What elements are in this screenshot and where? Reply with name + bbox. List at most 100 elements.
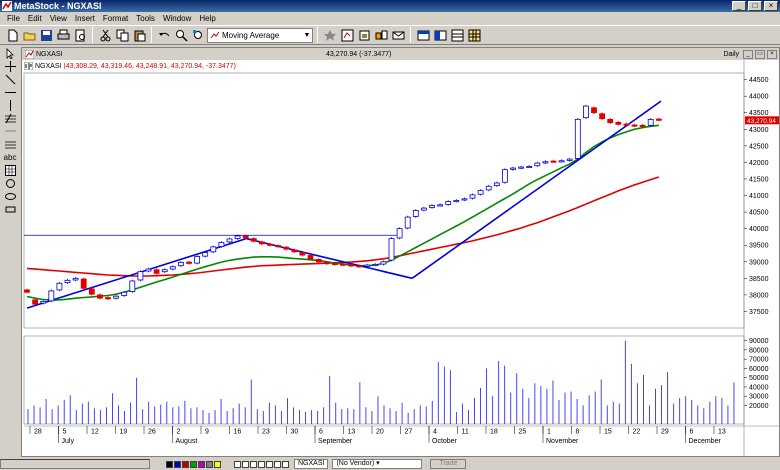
color-swatch[interactable] — [166, 460, 173, 468]
price-volume-chart[interactable]: 44500 44000 43500 43000 42500 42000 41500 41000… — [22, 60, 779, 456]
indicator-value: Moving Average — [222, 30, 280, 40]
horizontal-line-icon[interactable] — [1, 86, 19, 99]
menu-window[interactable]: Window — [159, 14, 195, 23]
grid-icon[interactable] — [466, 27, 482, 43]
menu-format[interactable]: Format — [99, 14, 132, 23]
maximize-button[interactable]: □ — [748, 1, 762, 11]
envelope-icon[interactable] — [390, 27, 406, 43]
color-swatch[interactable] — [206, 460, 213, 468]
line-width-swatch[interactable] — [242, 460, 249, 468]
menu-help[interactable]: Help — [195, 14, 219, 23]
line-width-swatch[interactable] — [258, 460, 265, 468]
status-bar: NGXASI (No Vendor) ▾ Trade — [0, 458, 780, 470]
menu-edit[interactable]: Edit — [24, 14, 46, 23]
candle-body — [348, 264, 354, 267]
candle-body — [404, 216, 411, 229]
system-tester-icon[interactable] — [356, 27, 372, 43]
color-swatch[interactable] — [174, 460, 181, 468]
ellipse2-icon[interactable] — [1, 190, 19, 203]
minimize-button[interactable]: _ — [732, 1, 746, 11]
expert-icon[interactable] — [322, 27, 338, 43]
color-swatch[interactable] — [182, 460, 189, 468]
candle-body — [461, 198, 468, 201]
active-security-field[interactable]: NGXASI — [294, 459, 329, 469]
line-width-swatch[interactable] — [250, 460, 257, 468]
rectangle-icon[interactable] — [1, 203, 19, 216]
candle-body — [97, 294, 103, 299]
line-width-swatch[interactable] — [274, 460, 281, 468]
color-swatch[interactable] — [198, 460, 205, 468]
candle-body — [72, 277, 79, 281]
candle-body — [380, 261, 387, 265]
date-tick-label: 20 — [376, 429, 384, 436]
channel-icon[interactable] — [1, 138, 19, 151]
candle-body — [493, 182, 500, 186]
line-style-icon[interactable] — [432, 27, 448, 43]
color-swatch[interactable] — [214, 460, 221, 468]
date-tick-label: 1 — [547, 429, 551, 436]
line-width-swatch[interactable] — [282, 460, 289, 468]
vertical-line-icon[interactable] — [1, 99, 19, 112]
line-width-swatch[interactable] — [266, 460, 273, 468]
candle-body — [64, 279, 71, 284]
candle-body — [510, 167, 516, 170]
pointer-icon[interactable] — [1, 47, 19, 60]
grid-tool-icon[interactable] — [1, 164, 19, 177]
candle-body — [412, 210, 419, 217]
paste-icon[interactable] — [131, 27, 147, 43]
explorer-icon[interactable] — [339, 27, 355, 43]
zoom-in-icon[interactable] — [173, 27, 189, 43]
date-tick-label: 8 — [576, 429, 580, 436]
ellipse-icon[interactable] — [1, 177, 19, 190]
candle-body — [169, 266, 176, 270]
volume-tick-label: 20000 — [749, 403, 769, 410]
zoom-out-icon[interactable] — [190, 27, 206, 43]
line-width-swatch[interactable] — [234, 460, 241, 468]
vendor-dropdown[interactable]: (No Vendor) ▾ — [332, 459, 423, 469]
candle-body — [24, 289, 30, 293]
print-preview-icon[interactable] — [72, 27, 88, 43]
chart-last-price: 43,270.94 (-37.3477) — [326, 50, 392, 58]
color-palette — [166, 460, 222, 468]
trendline-icon[interactable] — [1, 73, 19, 86]
candle-body — [258, 241, 265, 245]
menu-file[interactable]: File — [3, 14, 24, 23]
indicator-dropdown[interactable]: Moving Average ▼ — [207, 27, 313, 43]
chart-minimize-button[interactable]: _ — [743, 49, 753, 59]
periodicity-label[interactable]: Daily — [723, 51, 739, 58]
bar-style-icon[interactable] — [415, 27, 431, 43]
date-tick-label: 12 — [91, 429, 99, 436]
trade-button[interactable]: Trade — [430, 459, 467, 469]
chevron-down-icon[interactable]: ▼ — [302, 32, 312, 39]
candle-body — [161, 269, 168, 273]
fibonacci-icon[interactable] — [1, 112, 19, 125]
chart-window[interactable]: NGXASI 43,270.94 (-37.3477) Daily _ ▭ × … — [21, 47, 780, 457]
candle-body — [477, 190, 484, 195]
layout-icon[interactable] — [449, 27, 465, 43]
candle-body — [574, 118, 581, 159]
menu-view[interactable]: View — [46, 14, 71, 23]
cut-icon[interactable] — [97, 27, 113, 43]
date-tick-label: 19 — [120, 429, 128, 436]
menu-tools[interactable]: Tools — [132, 14, 159, 23]
month-label: August — [176, 438, 198, 445]
open-icon[interactable] — [21, 27, 37, 43]
save-icon[interactable] — [38, 27, 54, 43]
menu-insert[interactable]: Insert — [71, 14, 99, 23]
chart-restore-button[interactable]: ▭ — [755, 49, 765, 59]
close-button[interactable]: × — [764, 1, 778, 11]
crosshair-icon[interactable] — [1, 60, 19, 73]
candle-body — [121, 291, 128, 296]
color-swatch[interactable] — [190, 460, 197, 468]
print-icon[interactable] — [55, 27, 71, 43]
chart-close-button[interactable]: × — [767, 49, 777, 59]
candle-body — [501, 169, 508, 183]
new-icon[interactable] — [4, 27, 20, 43]
inspector-icon[interactable] — [373, 27, 389, 43]
price-tick-label: 37500 — [749, 309, 769, 316]
candle-body — [526, 165, 533, 168]
copy-icon[interactable] — [114, 27, 130, 43]
undo-icon[interactable] — [156, 27, 172, 43]
text-icon[interactable]: abc — [1, 151, 19, 164]
candle-body — [283, 246, 290, 250]
